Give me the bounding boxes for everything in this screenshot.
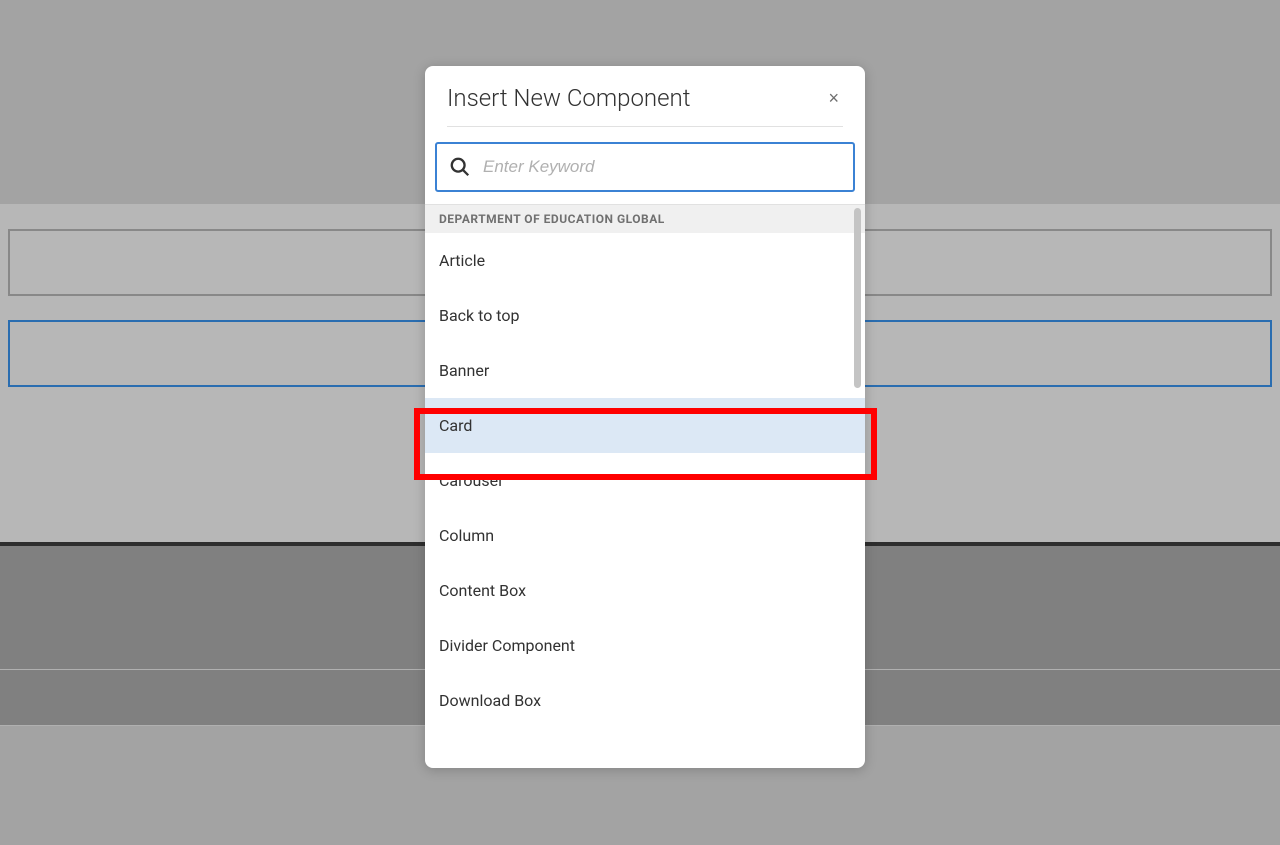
dialog-title: Insert New Component xyxy=(447,84,690,112)
list-item-banner[interactable]: Banner xyxy=(425,343,865,398)
list-item-column[interactable]: Column xyxy=(425,508,865,563)
list-item-carousel[interactable]: Carousel xyxy=(425,453,865,508)
scrollbar-thumb[interactable] xyxy=(854,208,861,388)
list-item-content-box[interactable]: Content Box xyxy=(425,563,865,618)
insert-component-dialog: Insert New Component × DEPARTMENT OF EDU… xyxy=(425,66,865,768)
dialog-header: Insert New Component × xyxy=(425,66,865,126)
search-box[interactable] xyxy=(435,142,855,192)
list-item-divider-component[interactable]: Divider Component xyxy=(425,618,865,673)
list-item-download-box[interactable]: Download Box xyxy=(425,673,865,728)
search-icon xyxy=(449,156,471,178)
search-container xyxy=(425,127,865,204)
group-header: DEPARTMENT OF EDUCATION GLOBAL xyxy=(425,205,865,233)
search-input[interactable] xyxy=(483,157,841,177)
list-item-card[interactable]: Card xyxy=(425,398,865,453)
component-list[interactable]: DEPARTMENT OF EDUCATION GLOBAL Article B… xyxy=(425,205,865,768)
list-item-article[interactable]: Article xyxy=(425,233,865,288)
list-item-back-to-top[interactable]: Back to top xyxy=(425,288,865,343)
close-button[interactable]: × xyxy=(824,85,843,111)
